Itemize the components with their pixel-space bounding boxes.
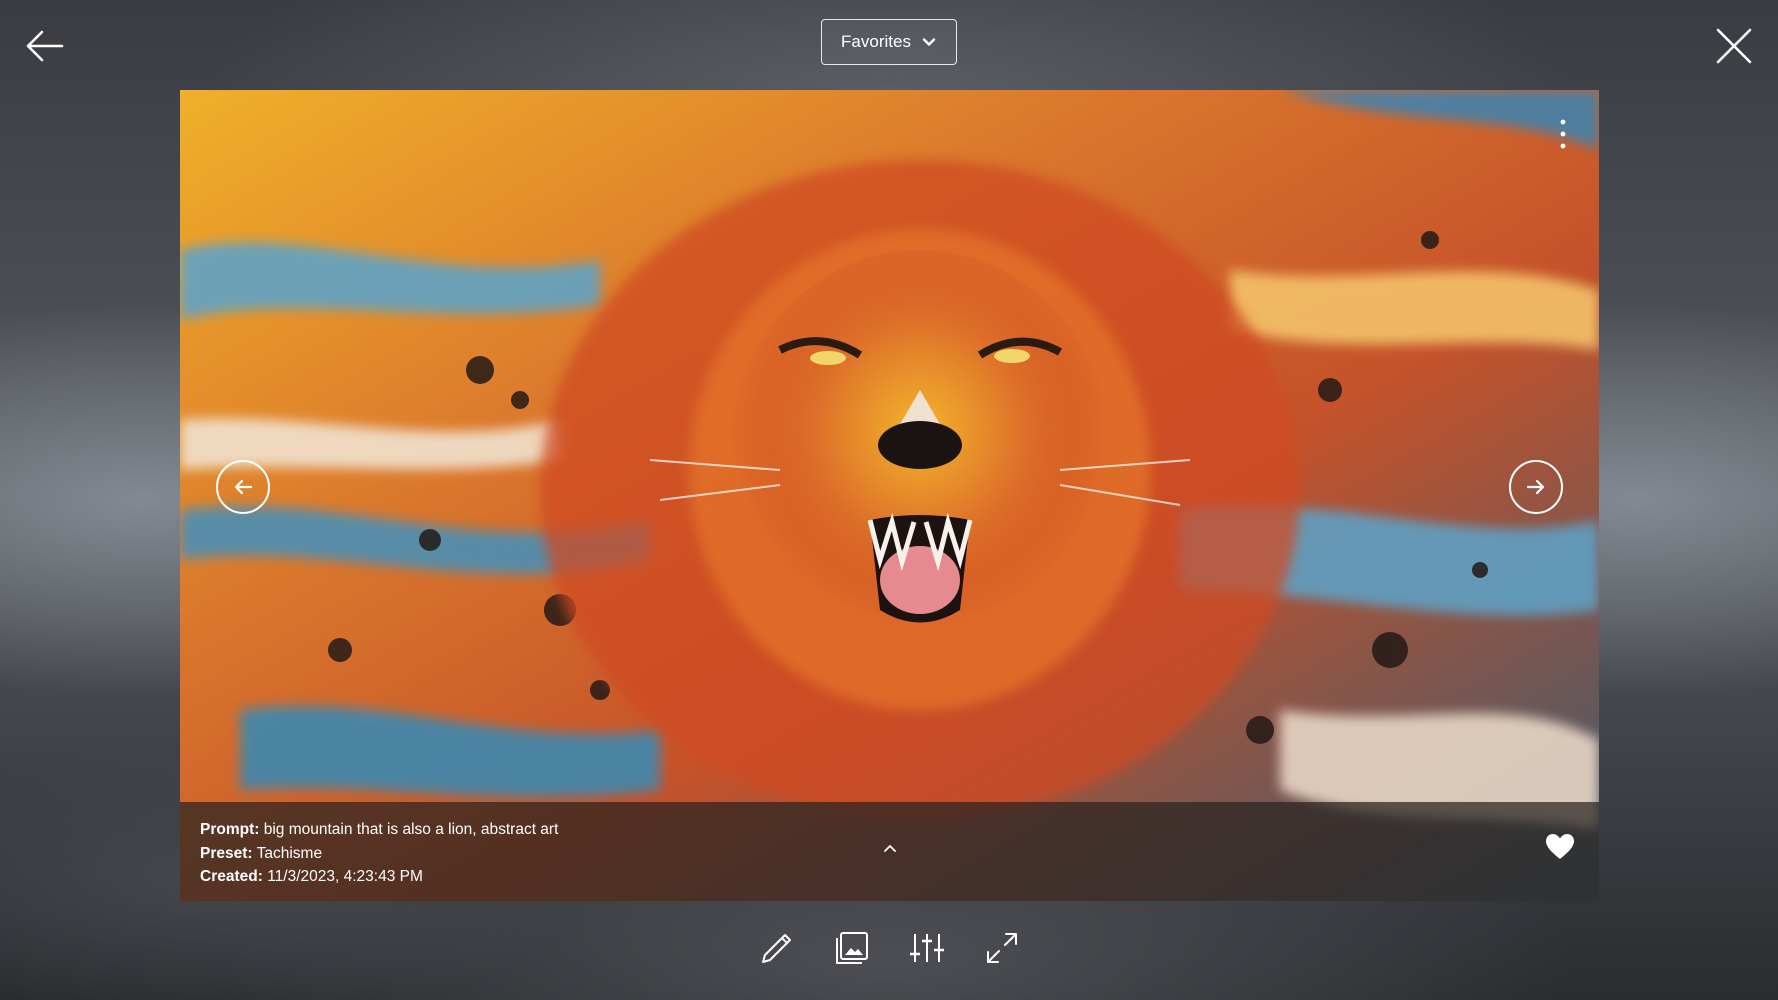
preset-label: Preset: [200, 844, 253, 862]
expand-icon[interactable] [980, 926, 1024, 970]
image-toolbar [0, 926, 1778, 972]
album-dropdown[interactable]: Favorites [821, 19, 957, 65]
created-line: Created: 11/3/2023, 4:23:43 PM [200, 865, 558, 889]
preset-line: Preset: Tachisme [200, 842, 558, 866]
sliders-icon[interactable] [905, 926, 949, 970]
back-arrow-icon[interactable] [22, 24, 66, 68]
prompt-line: Prompt: big mountain that is also a lion… [200, 818, 558, 842]
album-dropdown-label: Favorites [841, 32, 911, 51]
arrow-left-icon [234, 479, 253, 495]
next-image-button[interactable] [1509, 460, 1563, 514]
arrow-right-icon [1526, 479, 1545, 495]
prompt-label: Prompt: [200, 821, 260, 838]
close-icon[interactable] [1712, 24, 1756, 68]
pencil-icon[interactable] [755, 926, 799, 970]
previous-image-button[interactable] [216, 460, 270, 514]
preset-value: Tachisme [256, 844, 323, 862]
image-viewer: Prompt: big mountain that is also a lion… [180, 90, 1599, 901]
image-details: Prompt: big mountain that is also a lion… [200, 818, 558, 889]
artwork-image [180, 90, 1599, 901]
heart-icon[interactable] [1545, 833, 1575, 861]
chevron-down-icon [922, 38, 936, 46]
image-icon[interactable] [830, 926, 874, 970]
prompt-value: big mountain that is also a lion, abstra… [263, 821, 559, 838]
chevron-up-icon[interactable] [881, 842, 899, 856]
image-info-panel: Prompt: big mountain that is also a lion… [180, 802, 1599, 901]
created-value: 11/3/2023, 4:23:43 PM [267, 868, 423, 885]
more-options-icon[interactable] [1553, 114, 1573, 154]
created-label: Created: [200, 868, 263, 885]
